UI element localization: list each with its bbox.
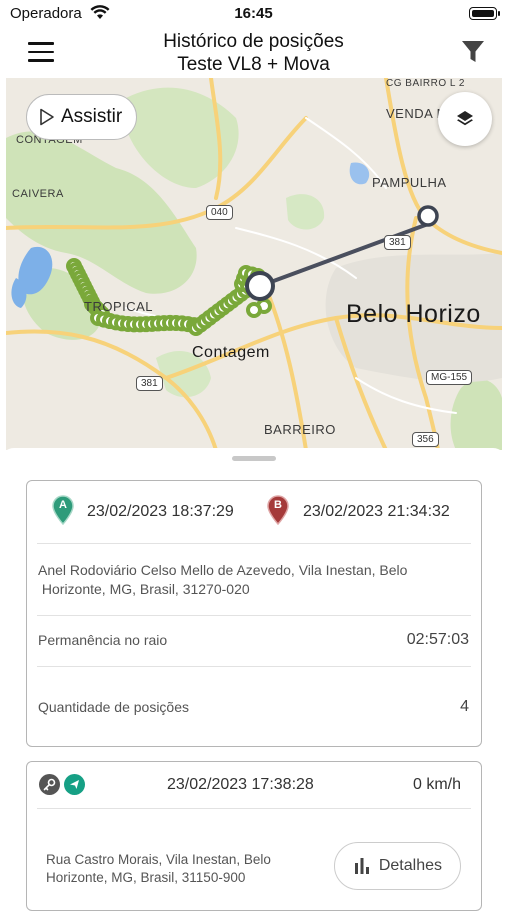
direction-arrow-icon [64,774,85,795]
filter-icon [462,41,484,62]
position-datetime: 23/02/2023 17:38:28 [167,776,314,793]
divider [37,666,471,667]
divider [37,808,471,809]
road-shield-381-south: 381 [136,376,163,391]
divider [37,543,471,544]
track-point [246,302,262,318]
play-route-label: Assistir [61,106,123,127]
stay-address-line2: Horizonte, MG, Brasil, 31270-020 [38,581,250,597]
period-row: A 23/02/2023 18:37:29 B 23/02/2023 21:34… [27,481,481,541]
navigation-bar: Histórico de posições Teste VL8 + Mova [0,28,507,78]
status-bar: Operadora 16:45 [0,0,507,28]
stay-address: Anel Rodoviário Celso Mello de Azevedo, … [38,561,478,599]
road-shield-356: 356 [412,432,439,447]
stay-address-line1: Anel Rodoviário Celso Mello de Azevedo, … [38,562,408,578]
start-datetime: 23/02/2023 18:37:29 [87,503,234,520]
start-pin-letter: A [59,499,67,511]
route-map[interactable]: CONTAGEM CAIVERA TROPICAL Contagem PAMPU… [6,78,502,450]
bar-chart-icon [354,858,369,874]
position-address-line1: Rua Castro Morais, Vila Inestan, Belo [46,852,271,867]
position-status-icons [39,774,85,795]
map-label-belo-horizonte: Belo Horizo [346,300,481,328]
positions-count-value: 4 [460,698,469,715]
permanence-label: Permanência no raio [38,632,168,648]
positions-count-label: Quantidade de posições [38,699,189,715]
page-title: Histórico de posições Teste VL8 + Mova [0,30,507,76]
ignition-key-icon [39,774,60,795]
end-position-marker[interactable] [417,205,439,227]
map-label-barreiro: BARREIRO [264,422,336,437]
road-shield-040: 040 [206,205,233,220]
stay-summary-card: A 23/02/2023 18:37:29 B 23/02/2023 21:34… [26,480,482,747]
end-pin-icon: B [266,495,290,526]
details-button[interactable]: Detalhes [333,842,461,890]
map-label-cg-bairro: CG BAIRRO L 2 [386,78,465,89]
position-speed: 0 km/h [412,776,461,793]
start-pin-icon: A [51,495,75,526]
map-label-caivera: CAIVERA [12,188,64,200]
map-label-tropical: TROPICAL [84,299,154,314]
status-time: 16:45 [234,5,273,22]
map-layers-button[interactable] [438,92,492,146]
position-address-line2: Horizonte, MG, Brasil, 31150-900 [46,870,246,885]
permanence-value: 02:57:03 [406,631,469,648]
play-icon [40,108,54,126]
map-label-pampulha: PAMPULHA [372,175,447,190]
position-address: Rua Castro Morais, Vila Inestan, Belo Ho… [46,851,326,887]
play-route-button[interactable]: Assistir [26,94,138,140]
page-title-subtitle: Teste VL8 + Mova [177,54,330,75]
road-shield-381: 381 [384,235,411,250]
end-pin-letter: B [274,499,282,511]
filter-button[interactable] [461,39,485,70]
page-title-main: Histórico de posições [163,31,344,52]
current-position-marker[interactable] [245,271,275,301]
divider [37,615,471,616]
end-datetime: 23/02/2023 21:34:32 [303,503,450,520]
details-button-label: Detalhes [378,857,442,874]
road-shield-mg155: MG-155 [426,370,473,385]
history-bottom-sheet: A 23/02/2023 18:37:29 B 23/02/2023 21:34… [0,448,507,911]
battery-icon [469,7,500,20]
layers-icon [457,111,473,126]
sheet-drag-handle[interactable] [232,456,276,461]
position-card[interactable]: 23/02/2023 17:38:28 0 km/h Rua Castro Mo… [26,761,482,911]
map-label-contagem: Contagem [192,344,270,361]
route-segment-line [258,222,430,288]
